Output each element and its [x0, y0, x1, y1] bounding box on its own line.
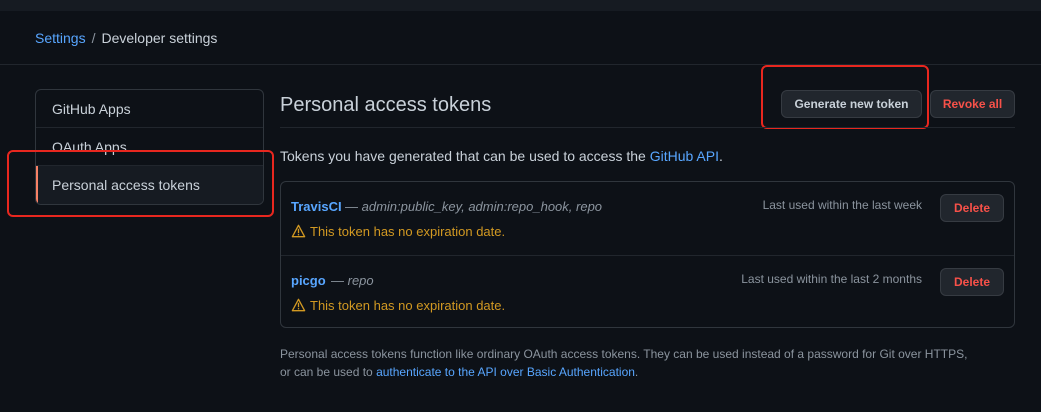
settings-sidebar: GitHub Apps OAuth Apps Personal access t…: [35, 89, 264, 205]
intro-text: Tokens you have generated that can be us…: [280, 147, 723, 165]
token-warning-text: This token has no expiration date.: [310, 298, 506, 313]
delete-token-button[interactable]: Delete: [940, 268, 1004, 296]
alert-icon: [291, 298, 306, 312]
breadcrumb-separator: /: [91, 30, 96, 46]
breadcrumb-settings-link[interactable]: Settings: [35, 30, 86, 46]
revoke-all-button[interactable]: Revoke all: [930, 90, 1015, 118]
footer-line-2: or can be used to authenticate to the AP…: [280, 363, 1020, 381]
footer-line-1: Personal access tokens function like ord…: [280, 347, 968, 361]
footer-line-2-suffix: .: [634, 365, 639, 379]
token-row: picgo — repo Last used within the last 2…: [281, 255, 1014, 329]
sidebar-item-personal-access-tokens[interactable]: Personal access tokens: [36, 166, 263, 204]
token-warning: This token has no expiration date.: [291, 298, 505, 313]
sidebar-item-label: Personal access tokens: [52, 177, 200, 193]
alert-icon: [291, 224, 306, 238]
breadcrumb: Settings / Developer settings: [35, 30, 217, 46]
basic-auth-link[interactable]: authenticate to the API over Basic Authe…: [376, 365, 635, 379]
token-dash: —: [345, 199, 358, 214]
title-divider: [280, 127, 1015, 128]
delete-token-button[interactable]: Delete: [940, 194, 1004, 222]
token-last-used: Last used within the last 2 months: [741, 272, 922, 286]
footer-line-2-prefix: or can be used to: [280, 365, 377, 379]
page-title: Personal access tokens: [280, 94, 492, 116]
token-last-used: Last used within the last week: [762, 198, 922, 212]
token-warning: This token has no expiration date.: [291, 224, 505, 239]
token-scopes: — repo: [331, 273, 374, 288]
token-name-link[interactable]: picgo: [291, 273, 326, 288]
token-scopes-text: repo: [347, 273, 374, 288]
generate-new-token-button[interactable]: Generate new token: [781, 90, 922, 118]
sidebar-item-label: GitHub Apps: [52, 101, 131, 117]
sidebar-item-github-apps[interactable]: GitHub Apps: [36, 90, 263, 128]
token-dash: —: [331, 273, 344, 288]
token-scopes: — admin:public_key, admin:repo_hook, rep…: [345, 199, 602, 214]
token-name-link[interactable]: TravisCI: [291, 199, 342, 214]
intro-suffix: .: [718, 148, 723, 164]
top-bar: [0, 0, 1041, 11]
sidebar-item-label: OAuth Apps: [52, 139, 127, 155]
github-api-link[interactable]: GitHub API: [650, 148, 719, 164]
token-row: TravisCI — admin:public_key, admin:repo_…: [281, 182, 1014, 255]
breadcrumb-current: Developer settings: [101, 30, 218, 46]
intro-prefix: Tokens you have generated that can be us…: [280, 148, 650, 164]
token-warning-text: This token has no expiration date.: [310, 224, 506, 239]
token-scopes-text: admin:public_key, admin:repo_hook, repo: [361, 199, 603, 214]
header-divider: [0, 64, 1041, 65]
sidebar-item-oauth-apps[interactable]: OAuth Apps: [36, 128, 263, 166]
token-list: TravisCI — admin:public_key, admin:repo_…: [280, 181, 1015, 328]
footer-note: Personal access tokens function like ord…: [280, 345, 1020, 381]
